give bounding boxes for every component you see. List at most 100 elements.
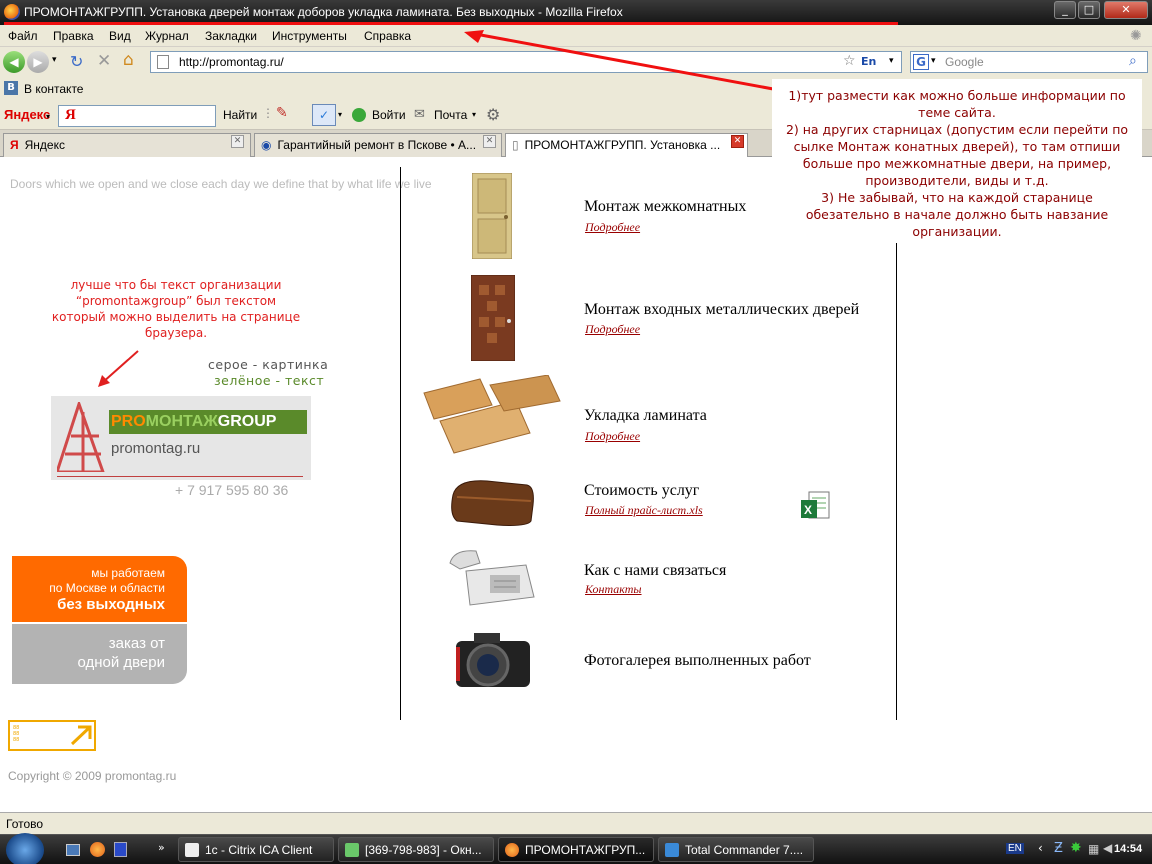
phone-number: + 7 917 595 80 36 — [175, 482, 289, 498]
app-launch-icon[interactable] — [114, 842, 127, 857]
service-link-interior-doors[interactable]: Подробнее — [585, 220, 640, 235]
menu-edit[interactable]: Правка — [53, 29, 94, 43]
service-title-laminate[interactable]: Укладка ламината — [584, 407, 707, 425]
yandex-find-button[interactable]: Найти — [223, 108, 257, 122]
marker-icon[interactable]: ✎ — [276, 105, 288, 121]
tray-app-icon[interactable]: Ƶ — [1054, 841, 1063, 856]
service-title-metal-doors[interactable]: Монтаж входных металлических дверей — [584, 301, 859, 319]
service-link-metal-doors[interactable]: Подробнее — [585, 322, 640, 337]
tab-close-icon[interactable]: ✕ — [731, 135, 744, 148]
network-icon[interactable]: ▦ — [1088, 842, 1099, 856]
menu-tools[interactable]: Инструменты — [272, 29, 347, 43]
company-logo[interactable]: PROМОНТАЖGROUP promontag.ru — [51, 396, 311, 480]
title-annotation-arrow-icon — [464, 30, 785, 93]
telephone-image[interactable] — [446, 547, 538, 609]
yandex-dropdown-icon[interactable]: ▾ — [46, 112, 50, 121]
service-link-price-list[interactable]: Полный прайс-лист.xls — [585, 503, 703, 518]
left-divider — [400, 167, 401, 720]
login-button[interactable]: Войти — [372, 108, 406, 122]
show-desktop-icon[interactable] — [66, 844, 80, 856]
firefox-task-icon — [505, 843, 519, 857]
engine-dropdown-icon[interactable]: ▾ — [931, 56, 936, 66]
copyright: Copyright © 2009 promontag.ru — [8, 769, 177, 783]
banner-no-weekends[interactable]: мы работаем по Москве и области без выхо… — [12, 556, 187, 622]
menu-file[interactable]: Файл — [8, 29, 38, 43]
menu-history[interactable]: Журнал — [145, 29, 189, 43]
login-icon — [352, 108, 366, 122]
home-icon[interactable]: ⌂ — [123, 50, 134, 70]
reload-icon[interactable]: ↻ — [70, 52, 83, 71]
volume-icon[interactable]: ◀ — [1103, 841, 1112, 855]
spellcheck-dropdown-icon[interactable]: ▾ — [338, 110, 342, 119]
tab-yandex[interactable]: Я Яндекс — [3, 133, 251, 157]
yandex-search-input[interactable]: Я — [58, 105, 216, 127]
service-title-prices[interactable]: Стоимость услуг — [584, 482, 699, 500]
firefox-launch-icon[interactable] — [90, 842, 105, 857]
search-box[interactable]: G ▾ Google ⌕ — [910, 51, 1148, 73]
tab-label: ПРОМОНТАЖГРУПП. Установка ... — [524, 138, 721, 152]
interior-door-image[interactable] — [472, 173, 512, 259]
mail-dropdown-icon[interactable]: ▾ — [472, 110, 476, 119]
service-link-contacts[interactable]: Контакты — [585, 582, 642, 597]
forward-button[interactable]: ▶ — [27, 51, 49, 73]
task-label: ПРОМОНТАЖГРУП... — [525, 843, 646, 857]
menu-help[interactable]: Справка — [364, 29, 411, 43]
tab-close-icon[interactable]: ✕ — [483, 135, 496, 148]
excel-file-icon[interactable]: X — [801, 490, 831, 522]
close-button[interactable]: ✕ — [1104, 1, 1148, 19]
service-link-laminate[interactable]: Подробнее — [585, 429, 640, 444]
logo-text: PROМОНТАЖGROUP — [109, 410, 307, 434]
settings-gear-icon[interactable]: ⚙ — [486, 105, 500, 124]
svg-text:X: X — [804, 503, 812, 517]
task-citrix[interactable]: 1c - Citrix ICA Client — [178, 837, 334, 862]
lang-badge[interactable]: En — [861, 55, 876, 68]
url-dropdown-icon[interactable]: ▾ — [889, 56, 894, 66]
language-indicator[interactable]: EN — [1006, 843, 1024, 854]
logo-divider — [57, 476, 303, 477]
history-dropdown-icon[interactable]: ▾ — [52, 55, 57, 65]
menu-bookmarks[interactable]: Закладки — [205, 29, 257, 43]
tray-green-icon[interactable]: ✸ — [1070, 840, 1082, 856]
address-input[interactable]: http://promontag.ru/ — [179, 55, 284, 69]
task-firefox[interactable]: ПРОМОНТАЖГРУП... — [498, 837, 654, 862]
counter-arrow-icon — [70, 725, 92, 746]
service-title-gallery[interactable]: Фотогалерея выполненных работ — [584, 652, 811, 670]
back-button[interactable]: ◀ — [3, 51, 25, 73]
logo-domain: promontag.ru — [111, 440, 201, 457]
minimize-button[interactable]: _ — [1054, 1, 1076, 19]
wallet-image[interactable] — [447, 475, 537, 529]
clock[interactable]: 14:54 — [1114, 843, 1142, 855]
bookmark-vk[interactable]: В контакте — [24, 82, 83, 96]
start-button[interactable] — [6, 833, 44, 864]
quicklaunch-more-icon[interactable]: » — [158, 841, 165, 854]
task-total-commander[interactable]: Total Commander 7.... — [658, 837, 814, 862]
spellcheck-icon[interactable]: ✓ — [312, 104, 336, 126]
window-title: ПРОМОНТАЖГРУПП. Установка дверей монтаж … — [24, 5, 623, 19]
tab-warranty-repair[interactable]: ◉ Гарантийный ремонт в Пскове • А... — [254, 133, 502, 157]
camera-image[interactable] — [454, 627, 532, 695]
banner-single-door[interactable]: заказ от одной двери — [12, 624, 187, 684]
callout-point-3: 3) Не забывай, что на каждой старанице о… — [805, 190, 1109, 239]
annotation-arrow-icon — [98, 350, 139, 387]
menu-view[interactable]: Вид — [109, 29, 131, 43]
search-input[interactable]: Google — [945, 55, 984, 69]
tray-expand-icon[interactable]: ‹ — [1038, 841, 1043, 855]
service-title-interior-doors[interactable]: Монтаж межкомнатных — [584, 198, 746, 216]
search-icon[interactable]: ⌕ — [1129, 53, 1137, 69]
yandex-logo[interactable]: Яндекс — [4, 107, 50, 122]
metal-door-image[interactable] — [471, 275, 515, 361]
tab-close-icon[interactable]: ✕ — [231, 135, 244, 148]
maximize-button[interactable]: □ — [1078, 1, 1100, 19]
task-label: 1c - Citrix ICA Client — [205, 843, 313, 857]
laminate-image[interactable] — [420, 375, 564, 457]
stop-icon[interactable]: ✕ — [97, 51, 111, 71]
counter-widget[interactable]: 88 88 88 — [8, 720, 96, 751]
logo-group: GROUP — [217, 413, 277, 430]
service-title-contact[interactable]: Как с нами связаться — [584, 562, 726, 580]
tab-promontazh[interactable]: ▯ ПРОМОНТАЖГРУПП. Установка ... — [505, 133, 748, 158]
task-remote-window[interactable]: [369-798-983] - Окн... — [338, 837, 494, 862]
mail-button[interactable]: Почта — [434, 108, 467, 122]
mail-icon: ✉ — [414, 107, 425, 122]
google-icon[interactable]: G — [913, 54, 929, 70]
star-icon[interactable]: ☆ — [843, 53, 856, 69]
